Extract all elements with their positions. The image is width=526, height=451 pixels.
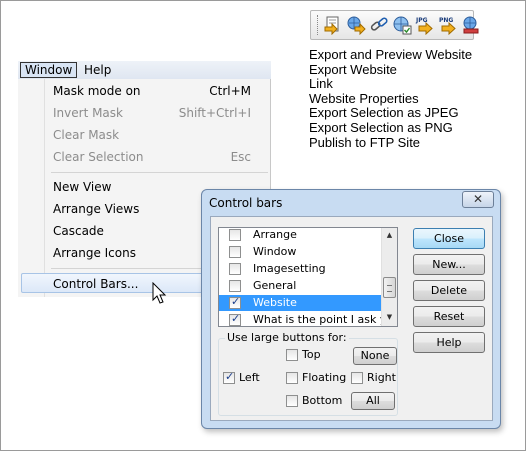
menu-item-shortcut: Shift+Ctrl+I bbox=[178, 106, 251, 120]
toolbar-legend: Export and Preview Website Export Websit… bbox=[309, 47, 473, 150]
menu-item-label: Clear Mask bbox=[53, 128, 120, 142]
control-bars-list[interactable]: Arrange Window Imagesetting General Webs… bbox=[218, 227, 398, 327]
list-item-checkbox[interactable] bbox=[229, 280, 241, 292]
list-item-selected[interactable]: Website bbox=[219, 295, 383, 311]
option-label: Bottom bbox=[302, 394, 343, 407]
legend-item: Export Website bbox=[309, 61, 397, 77]
export-png-icon[interactable]: PNG bbox=[438, 15, 458, 35]
list-item-label: Arrange bbox=[253, 228, 297, 241]
website-toolbar: JPG PNG bbox=[310, 10, 479, 40]
menu-item-label: Cascade bbox=[53, 224, 104, 238]
reset-button[interactable]: Reset bbox=[413, 306, 485, 327]
menu-item-shortcut: Ctrl+M bbox=[209, 84, 251, 98]
help-button[interactable]: Help bbox=[413, 332, 485, 353]
group-title: Use large buttons for: bbox=[225, 331, 349, 344]
toolbar-grip[interactable] bbox=[317, 15, 318, 35]
option-label: Left bbox=[239, 371, 260, 384]
list-item[interactable]: Window bbox=[219, 244, 383, 260]
website-properties-icon[interactable] bbox=[392, 15, 412, 35]
left-checkbox[interactable] bbox=[223, 370, 235, 384]
legend-item: Link bbox=[309, 76, 333, 92]
scroll-thumb[interactable] bbox=[383, 277, 396, 298]
menu-window[interactable]: Window bbox=[20, 62, 78, 78]
top-checkbox[interactable] bbox=[286, 349, 298, 361]
link-icon[interactable] bbox=[369, 15, 389, 35]
list-item[interactable]: Arrange bbox=[219, 228, 383, 243]
legend-item: Export Selection as JPEG bbox=[309, 105, 459, 121]
list-scrollbar[interactable]: ▲ ▼ bbox=[381, 228, 397, 326]
menu-item-label: Arrange Icons bbox=[53, 246, 136, 260]
menu-item-clear-mask: Clear Mask bbox=[18, 125, 271, 145]
mouse-pointer-icon bbox=[152, 282, 167, 304]
legend-item: Publish to FTP Site bbox=[309, 134, 421, 150]
menu-item-shortcut: Esc bbox=[230, 150, 251, 164]
legend-item: Website Properties bbox=[309, 90, 419, 106]
menu-item-label: Invert Mask bbox=[53, 106, 123, 120]
menu-item-mask-mode[interactable]: Mask mode on Ctrl+M bbox=[18, 81, 271, 101]
legend-item: Export and Preview Website bbox=[309, 47, 473, 62]
menu-item-label: New View bbox=[53, 180, 112, 194]
new-button[interactable]: New... bbox=[413, 254, 485, 275]
list-item-label: General bbox=[253, 279, 297, 292]
legend-item: Export Selection as PNG bbox=[309, 119, 453, 135]
menu-item-label: Control Bars... bbox=[53, 277, 139, 291]
menu-item-clear-selection: Clear Selection Esc bbox=[18, 147, 271, 167]
option-label: Top bbox=[302, 348, 321, 361]
list-item-label: Imagesetting bbox=[253, 262, 326, 275]
export-jpeg-icon[interactable]: JPG bbox=[415, 15, 435, 35]
none-button[interactable]: None bbox=[353, 347, 397, 365]
dialog-body: Arrange Window Imagesetting General Webs… bbox=[210, 216, 493, 421]
option-label: Right bbox=[367, 371, 396, 384]
list-item-label: What is the point I ask you bbox=[253, 313, 398, 326]
bottom-checkbox[interactable] bbox=[286, 395, 298, 407]
close-icon[interactable]: ✕ bbox=[462, 191, 494, 208]
list-item[interactable]: General bbox=[219, 278, 383, 294]
scroll-up-icon[interactable]: ▲ bbox=[382, 228, 397, 243]
delete-button[interactable]: Delete bbox=[413, 280, 485, 301]
export-website-icon[interactable] bbox=[346, 15, 366, 35]
list-item-label: Website bbox=[253, 296, 297, 309]
list-item[interactable]: Imagesetting bbox=[219, 261, 383, 277]
menu-bar: Window Help bbox=[18, 61, 271, 79]
control-bars-dialog: Control bars ✕ Arrange Window Imagesetti… bbox=[201, 189, 501, 429]
menu-item-label: Clear Selection bbox=[53, 150, 144, 164]
menu-separator bbox=[51, 172, 268, 173]
png-label: PNG bbox=[439, 17, 453, 24]
option-label: Floating bbox=[302, 371, 347, 384]
publish-ftp-icon[interactable] bbox=[461, 15, 481, 35]
list-item-checkbox[interactable] bbox=[229, 295, 241, 309]
list-item-checkbox[interactable] bbox=[229, 312, 241, 326]
list-item-checkbox[interactable] bbox=[229, 263, 241, 275]
menu-item-invert-mask: Invert Mask Shift+Ctrl+I bbox=[18, 103, 271, 123]
floating-checkbox[interactable] bbox=[286, 372, 298, 384]
list-item-label: Window bbox=[253, 245, 297, 258]
list-item-checkbox[interactable] bbox=[229, 229, 241, 241]
dialog-title: Control bars bbox=[209, 196, 283, 210]
right-checkbox[interactable] bbox=[351, 372, 363, 384]
scroll-down-icon[interactable]: ▼ bbox=[382, 310, 397, 325]
menu-help[interactable]: Help bbox=[79, 62, 116, 78]
menu-item-label: Mask mode on bbox=[53, 84, 141, 98]
all-button[interactable]: All bbox=[351, 392, 395, 410]
menu-item-label: Arrange Views bbox=[53, 202, 140, 216]
export-preview-icon[interactable] bbox=[323, 15, 343, 35]
list-item-checkbox[interactable] bbox=[229, 246, 241, 258]
close-button[interactable]: Close bbox=[413, 228, 485, 249]
list-item[interactable]: What is the point I ask you bbox=[219, 312, 397, 326]
